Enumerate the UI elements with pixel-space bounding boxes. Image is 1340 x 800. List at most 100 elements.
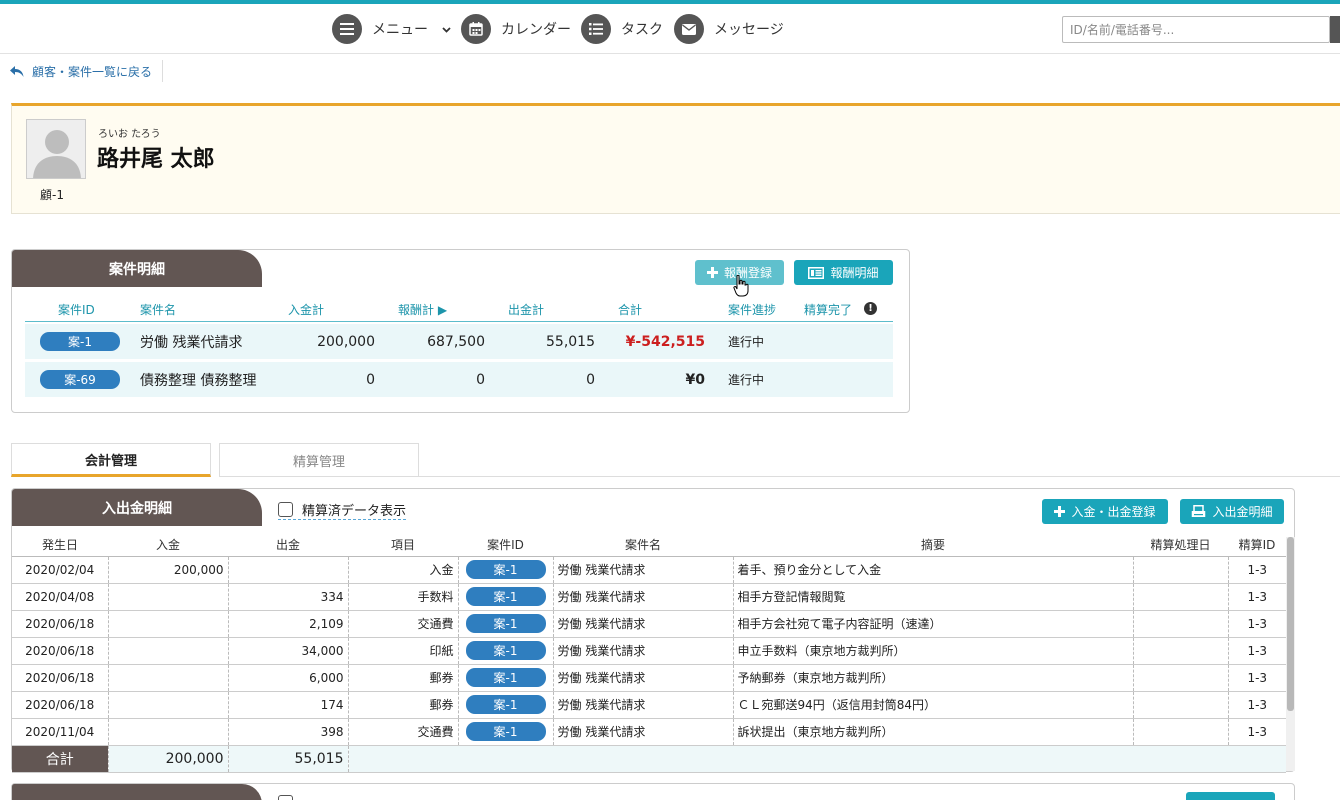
next-panel-checkbox[interactable] [278, 795, 293, 800]
col-settle-id[interactable]: 精算ID [1228, 533, 1286, 557]
case-id-badge[interactable]: 案-1 [465, 695, 546, 714]
fee-detail-button[interactable]: 報酬明細 [794, 260, 893, 285]
cell-item: 手数料 [348, 583, 459, 611]
settled-data-checkbox[interactable]: 精算済データ表示 [278, 500, 407, 520]
receipt-icon [808, 266, 825, 279]
client-id: 顧-1 [40, 188, 64, 202]
tab-settlement[interactable]: 精算管理 [219, 443, 419, 477]
cell-expense: 2,109 [228, 610, 349, 638]
ledger-header-row: 発生日 入金 出金 項目 案件ID 案件名 摘要 精算処理日 精算ID [12, 533, 1286, 557]
cell-item: 郵券 [348, 691, 459, 719]
ledger-detail-label: 入出金明細 [1212, 505, 1273, 519]
table-row[interactable]: 2020/11/04 398 交通費 案-1 労働 残業代請求 訴状提出（東京地… [12, 718, 1286, 746]
cell-date: 2020/06/18 [12, 637, 109, 665]
calendar-icon [461, 14, 491, 44]
back-link[interactable]: 顧客・案件一覧に戻る [10, 60, 164, 82]
cell-case-name: 労働 残業代請求 [553, 610, 734, 638]
col-income[interactable]: 入金 [108, 533, 228, 557]
col-case-id[interactable]: 案件ID [458, 533, 553, 557]
tab-underline [419, 476, 1340, 477]
cell-income [108, 718, 229, 746]
cell-settle-id: 1-3 [1228, 610, 1286, 638]
table-row[interactable]: 2020/06/18 6,000 郵券 案-1 労働 残業代請求 予納郵券（東京… [12, 664, 1286, 692]
cell-memo: 訴状提出（東京地方裁判所） [733, 718, 1134, 746]
cell-income [108, 637, 229, 665]
case-row[interactable]: 案-1 労働 残業代請求 200,000 687,500 55,015 ¥-54… [25, 324, 893, 359]
case-id-badge[interactable]: 案-1 [465, 668, 546, 687]
case-expense: 55,015 [546, 333, 595, 350]
table-row[interactable]: 2020/02/04 200,000 入金 案-1 労働 残業代請求 着手、預り… [12, 556, 1286, 584]
col-item[interactable]: 項目 [348, 533, 458, 557]
table-row[interactable]: 2020/06/18 34,000 印紙 案-1 労働 残業代請求 申立手数料（… [12, 637, 1286, 665]
cell-case-name: 労働 残業代請求 [553, 664, 734, 692]
cell-settle-id: 1-3 [1228, 718, 1286, 746]
fee-detail-label: 報酬明細 [830, 266, 879, 280]
next-panel-button[interactable] [1186, 792, 1275, 800]
case-expense: 0 [586, 371, 595, 388]
cell-memo: 相手方登記情報閲覧 [733, 583, 1134, 611]
search-input[interactable] [1062, 16, 1330, 43]
cell-income [108, 664, 229, 692]
case-id-badge[interactable]: 案-1 [465, 560, 546, 579]
cell-memo: 申立手数料（東京地方裁判所） [733, 637, 1134, 665]
nav-task-label: タスク [621, 22, 663, 38]
case-id-badge[interactable]: 案-1 [465, 641, 546, 660]
col-progress: 案件進捗 [728, 303, 777, 317]
info-icon[interactable]: ! [864, 302, 877, 315]
nav-menu[interactable]: メニュー [332, 12, 451, 46]
col-memo[interactable]: 摘要 [733, 533, 1133, 557]
cell-income [108, 610, 229, 638]
ledger-detail-button[interactable]: 入出金明細 [1180, 499, 1284, 524]
case-income: 0 [366, 371, 375, 388]
case-id-badge[interactable]: 案-69 [40, 370, 120, 389]
avatar [26, 119, 86, 179]
search-button[interactable] [1330, 16, 1340, 43]
nav-message[interactable]: メッセージ [674, 12, 784, 46]
nav-menu-label: メニュー [372, 22, 428, 38]
col-income-total: 入金計 [288, 303, 325, 317]
cell-settle-date [1133, 583, 1229, 611]
cell-memo: 着手、預り金分として入金 [733, 556, 1134, 584]
cell-expense: 174 [228, 691, 349, 719]
col-case-name[interactable]: 案件名 [553, 533, 733, 557]
client-name: 路井尾 太郎 [97, 147, 215, 172]
nav-calendar-label: カレンダー [501, 22, 571, 38]
hamburger-icon [332, 14, 362, 44]
checkbox-box[interactable] [278, 501, 293, 517]
col-expense[interactable]: 出金 [228, 533, 348, 557]
cell-income: 200,000 [108, 556, 229, 584]
total-income: 200,000 [108, 745, 229, 773]
envelope-icon [674, 14, 704, 44]
case-id-badge[interactable]: 案-1 [40, 332, 120, 351]
nav-task[interactable]: タスク [581, 12, 663, 46]
case-status: 進行中 [728, 373, 765, 387]
nav-message-label: メッセージ [714, 22, 784, 38]
table-row[interactable]: 2020/06/18 2,109 交通費 案-1 労働 残業代請求 相手方会社宛… [12, 610, 1286, 638]
col-settle-date[interactable]: 精算処理日 [1133, 533, 1228, 557]
cell-case-name: 労働 残業代請求 [553, 718, 734, 746]
deposit-register-label: 入金・出金登録 [1071, 505, 1156, 519]
table-row[interactable]: 2020/04/08 334 手数料 案-1 労働 残業代請求 相手方登記情報閲… [12, 583, 1286, 611]
ledger-scrollbar-thumb[interactable] [1287, 537, 1294, 711]
col-case-name: 案件名 [140, 303, 177, 317]
col-settled: 精算完了 [804, 303, 853, 317]
header-divider [25, 321, 893, 322]
case-row[interactable]: 案-69 債務整理 債務整理 0 0 0 ¥0 進行中 [25, 362, 893, 397]
cell-date: 2020/04/08 [12, 583, 109, 611]
case-id-badge[interactable]: 案-1 [465, 587, 546, 606]
case-id-badge[interactable]: 案-1 [465, 722, 546, 741]
deposit-withdrawal-register-button[interactable]: 入金・出金登録 [1042, 499, 1168, 524]
cell-settle-id: 1-3 [1228, 664, 1286, 692]
tab-accounting[interactable]: 会計管理 [11, 443, 211, 477]
table-row[interactable]: 2020/06/18 174 郵券 案-1 労働 残業代請求 ＣＬ宛郵送94円（… [12, 691, 1286, 719]
cell-date: 2020/11/04 [12, 718, 109, 746]
case-id-badge[interactable]: 案-1 [465, 614, 546, 633]
ledger-total-row: 合計 200,000 55,015 [12, 745, 1286, 773]
cell-date: 2020/06/18 [12, 610, 109, 638]
nav-calendar[interactable]: カレンダー [461, 12, 571, 46]
total-expense: 55,015 [228, 745, 349, 773]
col-date[interactable]: 発生日 [12, 533, 108, 557]
cell-income [108, 691, 229, 719]
cell-expense: 34,000 [228, 637, 349, 665]
col-fee-total[interactable]: 報酬計 ▶ [398, 301, 447, 318]
